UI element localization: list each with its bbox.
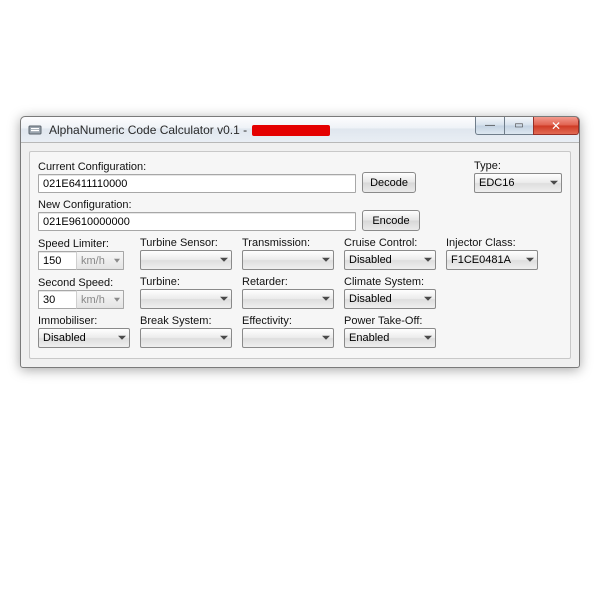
chevron-down-icon — [424, 258, 432, 262]
close-button[interactable]: ✕ — [533, 117, 579, 135]
second-speed-label: Second Speed: — [38, 277, 130, 289]
turbine-label: Turbine: — [140, 276, 232, 288]
maximize-button[interactable]: ▭ — [504, 117, 534, 135]
new-config-label: New Configuration: — [38, 199, 356, 211]
chevron-down-icon — [424, 336, 432, 340]
chevron-down-icon — [526, 258, 534, 262]
chevron-down-icon — [220, 258, 228, 262]
chevron-down-icon — [322, 297, 330, 301]
client-area: Current Configuration: Decode Type: EDC1… — [21, 143, 579, 367]
retarder-combo[interactable] — [242, 289, 334, 309]
break-system-label: Break System: — [140, 315, 232, 327]
chevron-down-icon — [550, 181, 558, 185]
turbine-combo[interactable] — [140, 289, 232, 309]
new-config-input[interactable] — [38, 212, 356, 231]
window-controls: — ▭ ✕ — [476, 117, 579, 137]
second-speed-input[interactable] — [38, 290, 76, 309]
immobiliser-label: Immobiliser: — [38, 315, 130, 327]
turbine-sensor-combo[interactable] — [140, 250, 232, 270]
app-window: AlphaNumeric Code Calculator v0.1 - — ▭ … — [20, 116, 580, 368]
cruise-control-label: Cruise Control: — [344, 237, 436, 249]
cruise-control-combo[interactable]: Disabled — [344, 250, 436, 270]
injector-class-label: Injector Class: — [446, 237, 538, 249]
transmission-combo[interactable] — [242, 250, 334, 270]
current-config-input[interactable] — [38, 174, 356, 193]
effectivity-combo[interactable] — [242, 328, 334, 348]
climate-system-label: Climate System: — [344, 276, 436, 288]
injector-class-combo[interactable]: F1CE0481A — [446, 250, 538, 270]
chevron-down-icon — [114, 258, 120, 262]
window-title: AlphaNumeric Code Calculator v0.1 - — [49, 123, 330, 137]
app-icon — [27, 122, 43, 138]
break-system-combo[interactable] — [140, 328, 232, 348]
redacted-text — [252, 125, 330, 136]
speed-limiter-label: Speed Limiter: — [38, 238, 130, 250]
chevron-down-icon — [424, 297, 432, 301]
power-takeoff-label: Power Take-Off: — [344, 315, 436, 327]
titlebar[interactable]: AlphaNumeric Code Calculator v0.1 - — ▭ … — [21, 117, 579, 143]
second-speed-unit[interactable]: km/h — [76, 290, 124, 309]
chevron-down-icon — [322, 258, 330, 262]
main-group: Current Configuration: Decode Type: EDC1… — [29, 151, 571, 359]
chevron-down-icon — [220, 336, 228, 340]
power-takeoff-combo[interactable]: Enabled — [344, 328, 436, 348]
encode-button[interactable]: Encode — [362, 210, 420, 231]
type-combo[interactable]: EDC16 — [474, 173, 562, 193]
climate-system-combo[interactable]: Disabled — [344, 289, 436, 309]
retarder-label: Retarder: — [242, 276, 334, 288]
decode-button[interactable]: Decode — [362, 172, 416, 193]
speed-limiter-unit[interactable]: km/h — [76, 251, 124, 270]
chevron-down-icon — [114, 297, 120, 301]
transmission-label: Transmission: — [242, 237, 334, 249]
immobiliser-combo[interactable]: Disabled — [38, 328, 130, 348]
minimize-button[interactable]: — — [475, 117, 505, 135]
current-config-label: Current Configuration: — [38, 161, 356, 173]
type-label: Type: — [474, 160, 562, 172]
speed-limiter-input[interactable] — [38, 251, 76, 270]
effectivity-label: Effectivity: — [242, 315, 334, 327]
chevron-down-icon — [322, 336, 330, 340]
chevron-down-icon — [220, 297, 228, 301]
chevron-down-icon — [118, 336, 126, 340]
turbine-sensor-label: Turbine Sensor: — [140, 237, 232, 249]
